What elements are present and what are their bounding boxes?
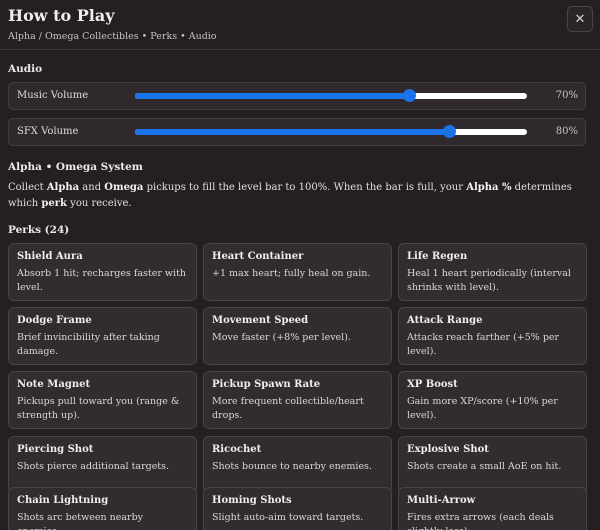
sfx-volume-thumb[interactable] xyxy=(442,125,456,138)
perk-card: Piercing Shot Shots pierce additional tar… xyxy=(8,436,197,494)
music-volume-thumb[interactable] xyxy=(403,89,417,102)
desc-bold-omega: Omega xyxy=(104,182,144,193)
perk-description: Shots create a small AoE on hit. xyxy=(407,461,562,472)
modal-header: How to Play Alpha / Omega Collectibles •… xyxy=(0,0,600,50)
perk-description: Heal 1 heart periodically (interval shri… xyxy=(407,268,571,293)
perk-card: Ricochet Shots bounce to nearby enemies. xyxy=(203,436,392,494)
desc-text: pickups to fill the level bar to 100%. W… xyxy=(143,182,467,193)
perk-description: +1 max heart; fully heal on gain. xyxy=(212,268,371,279)
perk-name: XP Boost xyxy=(407,379,458,390)
how-to-play-modal: How to Play Alpha / Omega Collectibles •… xyxy=(0,0,600,530)
music-volume-slider[interactable] xyxy=(135,89,527,102)
close-icon: ✕ xyxy=(574,11,586,27)
perk-card: Heart Container +1 max heart; fully heal … xyxy=(203,243,392,301)
perk-description: Brief invincibility after taking damage. xyxy=(17,332,160,357)
desc-bold-alpha-percent: Alpha % xyxy=(466,182,512,193)
perk-name: Piercing Shot xyxy=(17,444,94,455)
perk-description: Absorb 1 hit; recharges faster with leve… xyxy=(17,268,187,293)
perk-name: Heart Container xyxy=(212,251,304,262)
perk-card: Note Magnet Pickups pull toward you (rang… xyxy=(8,371,197,429)
perk-description: Gain more XP/score (+10% per level). xyxy=(407,396,558,421)
system-heading: Alpha • Omega System xyxy=(8,161,143,173)
perk-card: XP Boost Gain more XP/score (+10% per lev… xyxy=(398,371,587,429)
perk-description: Slight auto-aim toward targets. xyxy=(212,512,364,523)
music-volume-fill xyxy=(135,93,410,99)
perk-description: Attacks reach farther (+5% per level). xyxy=(407,332,560,357)
perk-name: Movement Speed xyxy=(212,315,309,326)
system-description: Collect Alpha and Omega pickups to fill … xyxy=(8,180,588,212)
desc-bold-alpha: Alpha xyxy=(46,182,80,193)
sfx-volume-value: 80% xyxy=(555,126,578,137)
perk-name: Ricochet xyxy=(212,444,262,455)
page-title: How to Play xyxy=(8,6,115,25)
music-volume-value: 70% xyxy=(555,90,578,101)
perk-name: Homing Shots xyxy=(212,495,292,506)
perk-description: Shots pierce additional targets. xyxy=(17,461,170,472)
perk-description: Shots bounce to nearby enemies. xyxy=(212,461,372,472)
perk-description: Fires extra arrows (each deals slightly … xyxy=(407,512,554,530)
audio-heading: Audio xyxy=(8,63,43,75)
sfx-volume-slider[interactable] xyxy=(135,125,527,138)
perk-description: Move faster (+8% per level). xyxy=(212,332,351,343)
perk-name: Explosive Shot xyxy=(407,444,489,455)
perk-card: Pickup Spawn Rate More frequent collectib… xyxy=(203,371,392,429)
perk-description: More frequent collectible/heart drops. xyxy=(212,396,364,421)
close-button[interactable]: ✕ xyxy=(567,6,593,32)
desc-text: and xyxy=(79,182,105,193)
perk-card: Chain Lightning Shots arc between nearby … xyxy=(8,487,197,530)
perk-name: Life Regen xyxy=(407,251,468,262)
perk-name: Chain Lightning xyxy=(17,495,109,506)
perk-name: Attack Range xyxy=(407,315,483,326)
perk-card: Shield Aura Absorb 1 hit; recharges faste… xyxy=(8,243,197,301)
perk-name: Multi-Arrow xyxy=(407,495,476,506)
perk-card: Attack Range Attacks reach farther (+5% p… xyxy=(398,307,587,365)
sfx-volume-fill xyxy=(135,129,449,135)
music-volume-row: Music Volume 70% xyxy=(8,82,586,110)
perk-description: Shots arc between nearby enemies. xyxy=(17,512,144,530)
perk-card: Explosive Shot Shots create a small AoE o… xyxy=(398,436,587,494)
perk-card: Movement Speed Move faster (+8% per level… xyxy=(203,307,392,365)
perk-card: Multi-Arrow Fires extra arrows (each deal… xyxy=(398,487,587,530)
perk-name: Note Magnet xyxy=(17,379,91,390)
desc-bold-perk: perk xyxy=(41,198,67,209)
desc-text: Collect xyxy=(8,182,47,193)
desc-text: you receive. xyxy=(66,198,132,209)
perk-card: Dodge Frame Brief invincibility after tak… xyxy=(8,307,197,365)
perk-name: Shield Aura xyxy=(17,251,83,262)
perk-card: Life Regen Heal 1 heart periodically (int… xyxy=(398,243,587,301)
sfx-volume-row: SFX Volume 80% xyxy=(8,118,586,146)
perk-card: Homing Shots Slight auto-aim toward targe… xyxy=(203,487,392,530)
perks-heading: Perks (24) xyxy=(8,224,70,236)
perk-description: Pickups pull toward you (range & strengt… xyxy=(17,396,180,421)
perk-name: Pickup Spawn Rate xyxy=(212,379,321,390)
perk-name: Dodge Frame xyxy=(17,315,92,326)
page-subtitle: Alpha / Omega Collectibles • Perks • Aud… xyxy=(8,31,217,42)
sfx-volume-label: SFX Volume xyxy=(17,126,79,137)
music-volume-label: Music Volume xyxy=(17,90,89,101)
